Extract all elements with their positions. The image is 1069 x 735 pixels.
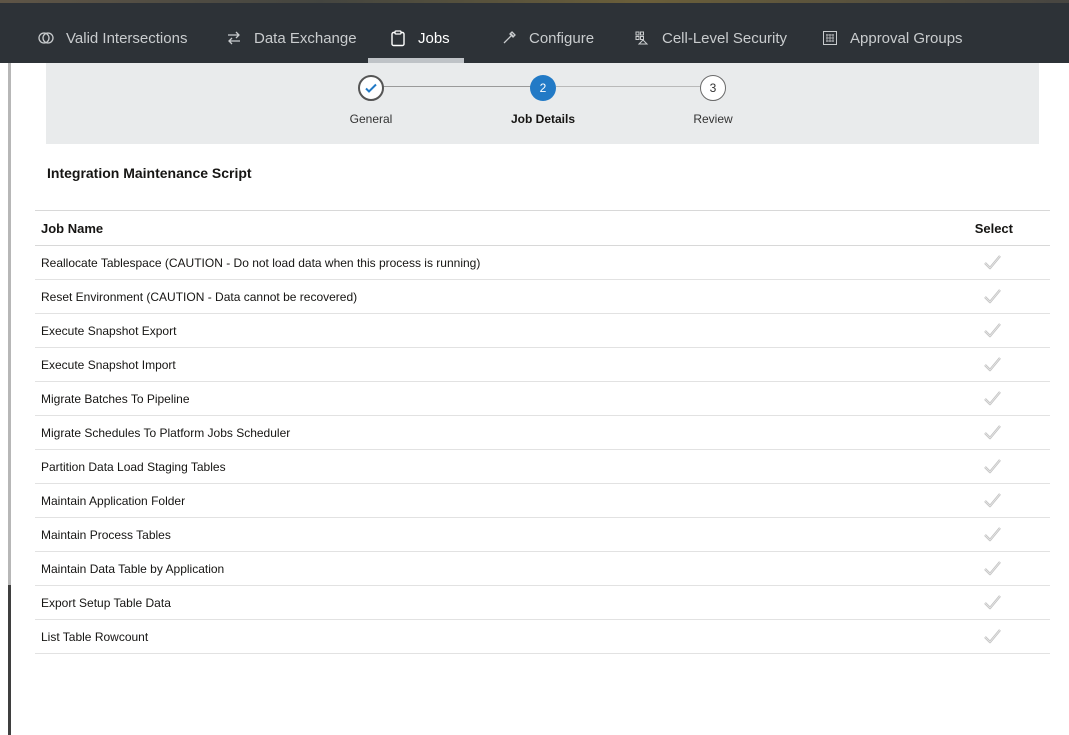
nav-label: Cell-Level Security [662, 29, 788, 47]
check-icon [365, 83, 377, 93]
table-row[interactable]: Migrate Schedules To Platform Jobs Sched… [35, 416, 1050, 450]
step-train: 2 3 General Job Details Review [46, 63, 1039, 144]
select-check-icon[interactable] [982, 491, 1002, 509]
nav-cell-level-security[interactable]: Cell-Level Security [632, 28, 787, 48]
select-check-icon[interactable] [982, 389, 1002, 407]
table-row[interactable]: Export Setup Table Data [35, 586, 1050, 620]
job-name-cell: Execute Snapshot Export [41, 324, 177, 338]
select-check-icon[interactable] [982, 253, 1002, 271]
nav-label: Jobs [418, 29, 450, 47]
step-number: 3 [709, 81, 717, 95]
job-name-cell: Maintain Data Table by Application [41, 562, 225, 576]
step-review-label: Review [693, 112, 733, 126]
job-name-cell: Migrate Batches To Pipeline [41, 392, 190, 406]
table-row[interactable]: Reallocate Tablespace (CAUTION - Do not … [35, 246, 1050, 280]
step-general-stop[interactable] [358, 75, 384, 101]
section-title: Integration Maintenance Script [47, 165, 252, 181]
table-row[interactable]: Partition Data Load Staging Tables [35, 450, 1050, 484]
step-number: 2 [539, 81, 547, 95]
left-scrollbar-thumb[interactable] [8, 585, 11, 735]
select-check-icon[interactable] [982, 321, 1002, 339]
nav-approval-groups[interactable]: Approval Groups [820, 28, 963, 48]
table-row[interactable]: Reset Environment (CAUTION - Data cannot… [35, 280, 1050, 314]
step-review-stop[interactable]: 3 [700, 75, 726, 101]
table-row[interactable]: List Table Rowcount [35, 620, 1050, 654]
table-row[interactable]: Maintain Process Tables [35, 518, 1050, 552]
job-name-cell: Partition Data Load Staging Tables [41, 460, 226, 474]
nav-valid-intersections[interactable]: Valid Intersections [36, 28, 187, 48]
table-row[interactable]: Migrate Batches To Pipeline [35, 382, 1050, 416]
table-header: Job Name Select [35, 211, 1050, 246]
top-navigation-bar: Valid Intersections Data Exchange Jobs C… [0, 0, 1069, 63]
select-check-icon[interactable] [982, 457, 1002, 475]
cell-level-security-icon [632, 28, 652, 48]
nav-jobs[interactable]: Jobs [388, 28, 450, 48]
top-strip [0, 0, 1069, 3]
data-exchange-icon [224, 28, 244, 48]
nav-label: Configure [529, 29, 595, 47]
column-header-job-name: Job Name [41, 221, 104, 236]
job-name-cell: Reset Environment (CAUTION - Data cannot… [41, 290, 358, 304]
nav-configure[interactable]: Configure [499, 28, 594, 48]
column-header-select: Select [974, 221, 1013, 236]
job-name-cell: List Table Rowcount [41, 630, 149, 644]
left-edge-panel [0, 63, 11, 735]
step-general-label: General [349, 112, 393, 126]
select-check-icon[interactable] [982, 287, 1002, 305]
nav-label: Data Exchange [254, 29, 357, 47]
table-row[interactable]: Maintain Data Table by Application [35, 552, 1050, 586]
valid-intersections-icon [36, 28, 56, 48]
job-name-cell: Migrate Schedules To Platform Jobs Sched… [41, 426, 291, 440]
job-name-cell: Execute Snapshot Import [41, 358, 176, 372]
table-row[interactable]: Execute Snapshot Import [35, 348, 1050, 382]
select-check-icon[interactable] [982, 355, 1002, 373]
nav-label: Approval Groups [850, 29, 963, 47]
left-scrollbar-track [8, 63, 11, 673]
select-check-icon[interactable] [982, 593, 1002, 611]
jobs-icon [388, 28, 408, 48]
job-name-cell: Maintain Application Folder [41, 494, 186, 508]
approval-groups-icon [820, 28, 840, 48]
select-check-icon[interactable] [982, 525, 1002, 543]
train-connector [556, 86, 700, 87]
job-name-cell: Reallocate Tablespace (CAUTION - Do not … [41, 256, 481, 270]
configure-icon [499, 28, 519, 48]
select-check-icon[interactable] [982, 627, 1002, 645]
table-row[interactable]: Execute Snapshot Export [35, 314, 1050, 348]
select-check-icon[interactable] [982, 423, 1002, 441]
step-job-details-label: Job Details [510, 112, 576, 126]
jobs-table: Job Name Select Reallocate Tablespace (C… [35, 210, 1050, 654]
nav-data-exchange[interactable]: Data Exchange [224, 28, 357, 48]
step-job-details-stop[interactable]: 2 [530, 75, 556, 101]
table-row[interactable]: Maintain Application Folder [35, 484, 1050, 518]
nav-label: Valid Intersections [66, 29, 188, 47]
job-name-cell: Export Setup Table Data [41, 596, 171, 610]
train-connector [383, 86, 544, 87]
job-name-cell: Maintain Process Tables [41, 528, 171, 542]
select-check-icon[interactable] [982, 559, 1002, 577]
